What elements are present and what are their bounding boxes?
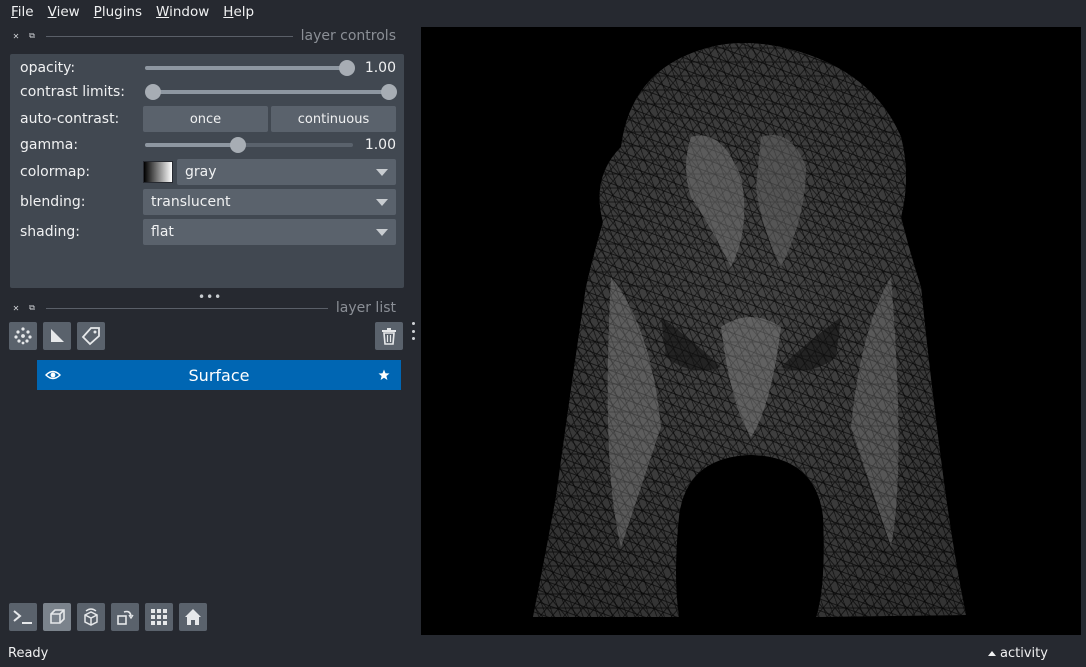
- activity-label: activity: [1000, 646, 1048, 661]
- chevron-down-icon: [376, 229, 388, 236]
- shading-row: shading: flat: [20, 219, 396, 245]
- opacity-slider-handle[interactable]: [338, 60, 355, 76]
- transpose-axes-button[interactable]: [111, 603, 139, 631]
- opacity-slider[interactable]: [144, 60, 355, 76]
- auto-contrast-continuous-button[interactable]: continuous: [271, 106, 396, 132]
- colormap-swatch: [143, 161, 173, 183]
- menu-window[interactable]: Window: [149, 4, 216, 20]
- status-text: Ready: [8, 646, 49, 661]
- colormap-dropdown[interactable]: gray: [177, 159, 396, 185]
- reset-view-button[interactable]: [179, 603, 207, 631]
- caret-up-icon: [988, 651, 996, 656]
- toggle-ndisplay-button[interactable]: [43, 603, 71, 631]
- gamma-slider-fill: [144, 143, 239, 147]
- new-shapes-layer-button[interactable]: [43, 322, 71, 350]
- colormap-row: colormap: gray: [20, 159, 396, 185]
- activity-button[interactable]: activity: [988, 646, 1048, 661]
- shading-label: shading:: [20, 224, 80, 240]
- star-icon: [378, 369, 390, 380]
- title-divider: [46, 307, 328, 309]
- shapes-icon: [51, 329, 64, 342]
- auto-contrast-once-button[interactable]: once: [143, 106, 268, 132]
- opacity-label: opacity:: [20, 60, 76, 76]
- auto-contrast-row: auto-contrast: once continuous: [20, 106, 396, 132]
- menu-view[interactable]: View: [41, 4, 87, 20]
- contrast-low-handle[interactable]: [145, 84, 161, 100]
- gamma-slider-handle[interactable]: [230, 137, 247, 153]
- roll-icon: [84, 608, 98, 626]
- cube-3d-icon: [50, 609, 65, 624]
- points-icon: [14, 327, 32, 345]
- layer-controls-titlebar: ✕ ⧉ layer controls: [10, 28, 404, 44]
- blending-value: translucent: [151, 194, 231, 210]
- contrast-limits-slider[interactable]: [145, 84, 397, 100]
- close-dock-icon[interactable]: ✕: [10, 30, 22, 42]
- colormap-value: gray: [185, 164, 217, 180]
- gamma-row: gamma: 1.00: [20, 136, 396, 154]
- console-button[interactable]: [9, 603, 37, 631]
- home-icon: [185, 609, 201, 625]
- layer-list-titlebar: ✕ ⧉ layer list: [10, 300, 404, 316]
- new-points-layer-button[interactable]: [9, 322, 37, 350]
- gamma-label: gamma:: [20, 137, 79, 153]
- more-options-icon[interactable]: [410, 322, 416, 340]
- viewer-canvas[interactable]: [421, 27, 1081, 635]
- contrast-limits-label: contrast limits:: [20, 84, 125, 100]
- auto-contrast-label: auto-contrast:: [20, 111, 120, 127]
- chevron-down-icon: [376, 199, 388, 206]
- menu-bar: File View Plugins Window Help: [0, 0, 1086, 24]
- grid-mode-button[interactable]: [145, 603, 173, 631]
- layer-list-title: layer list: [335, 300, 396, 316]
- new-labels-layer-button[interactable]: [77, 322, 105, 350]
- labels-icon: [81, 327, 100, 346]
- layer-name[interactable]: Surface: [37, 366, 401, 385]
- float-dock-icon[interactable]: ⧉: [26, 30, 38, 42]
- title-divider: [46, 35, 293, 37]
- menu-plugins[interactable]: Plugins: [87, 4, 149, 20]
- layer-item-surface[interactable]: Surface: [37, 360, 401, 390]
- transpose-icon: [117, 610, 134, 625]
- opacity-value[interactable]: 1.00: [354, 60, 396, 76]
- gamma-slider[interactable]: [144, 137, 353, 153]
- opacity-slider-wrap: [143, 60, 355, 76]
- grid-icon: [151, 609, 167, 625]
- blending-label: blending:: [20, 194, 86, 210]
- menu-help[interactable]: Help: [216, 4, 261, 20]
- trash-icon: [382, 328, 396, 345]
- gamma-slider-wrap: [143, 137, 354, 153]
- contrast-limits-row: contrast limits:: [20, 83, 397, 101]
- menu-file[interactable]: File: [4, 4, 41, 20]
- layer-controls-title: layer controls: [300, 28, 396, 44]
- colormap-label: colormap:: [20, 164, 91, 180]
- float-dock-icon[interactable]: ⧉: [26, 302, 38, 314]
- opacity-row: opacity: 1.00: [20, 59, 396, 77]
- close-dock-icon[interactable]: ✕: [10, 302, 22, 314]
- opacity-slider-fill: [144, 66, 347, 70]
- contrast-high-handle[interactable]: [381, 84, 397, 100]
- surface-render: [533, 43, 966, 617]
- blending-dropdown[interactable]: translucent: [143, 189, 396, 215]
- delete-layer-button[interactable]: [375, 322, 403, 350]
- gamma-value[interactable]: 1.00: [354, 137, 396, 153]
- layer-controls-panel: opacity: 1.00 contrast limits: auto-cont…: [10, 54, 404, 288]
- blending-row: blending: translucent: [20, 189, 396, 215]
- shading-dropdown[interactable]: flat: [143, 219, 396, 245]
- shading-value: flat: [151, 224, 174, 240]
- roll-axes-button[interactable]: [77, 603, 105, 631]
- terminal-icon: [13, 610, 32, 624]
- chevron-down-icon: [376, 169, 388, 176]
